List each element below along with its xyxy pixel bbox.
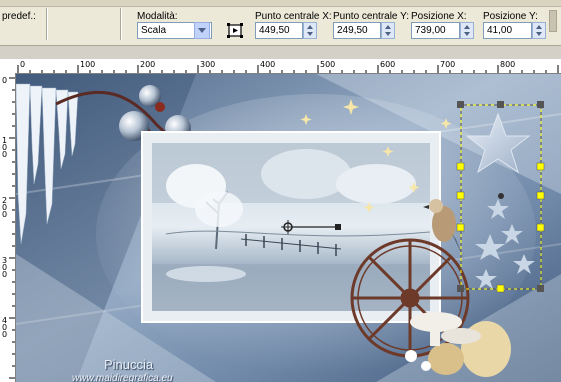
toolbar-separator bbox=[120, 8, 122, 40]
ruler-label: 200 bbox=[140, 60, 156, 69]
ruler-label: 3 0 0 bbox=[2, 256, 8, 279]
toolbar-grip[interactable] bbox=[549, 10, 557, 32]
ruler-label: 0 bbox=[20, 60, 26, 69]
ruler-label: 4 0 0 bbox=[2, 316, 8, 339]
ruler-label: 100 bbox=[80, 60, 96, 69]
pick-tool-mode-icon[interactable] bbox=[226, 22, 244, 39]
pos-x-input[interactable]: 739,00 bbox=[411, 22, 460, 39]
toolbar-edge bbox=[0, 0, 561, 7]
mode-label: Modalità: bbox=[137, 11, 178, 22]
ruler-label: 500 bbox=[320, 60, 336, 69]
pos-y-label: Posizione Y: bbox=[483, 11, 538, 22]
ruler-label: 2 0 0 bbox=[2, 196, 8, 219]
dropdown-arrow-icon[interactable] bbox=[194, 22, 210, 39]
center-y-label: Punto centrale Y: bbox=[333, 11, 409, 22]
ruler-label: 1 0 0 bbox=[2, 136, 8, 159]
pos-y-input[interactable]: 41,00 bbox=[483, 22, 532, 39]
spin-up-down-icon[interactable] bbox=[532, 22, 546, 39]
toolbar-separator bbox=[46, 8, 48, 40]
watermark-url: www.maidiregrafica.eu bbox=[72, 373, 173, 382]
spin-up-down-icon[interactable] bbox=[303, 22, 317, 39]
tool-options-bar: predef.: Modalità: Scala Punto centrale … bbox=[0, 0, 561, 46]
watermark-title: Pinuccia bbox=[104, 357, 154, 372]
mode-select-value: Scala bbox=[141, 25, 167, 36]
ruler-label: 400 bbox=[260, 60, 276, 69]
horizontal-ruler: 0 100 200 300 400 500 600 700 800 bbox=[0, 59, 561, 74]
ruler-label: 0 bbox=[2, 76, 8, 85]
center-x-label: Punto centrale X: bbox=[255, 11, 332, 22]
preset-label: predef.: bbox=[2, 11, 36, 22]
image-canvas[interactable]: Pinuccia www.maidiregrafica.eu bbox=[16, 74, 561, 382]
selection-bounding-box[interactable] bbox=[16, 74, 561, 382]
spin-up-down-icon[interactable] bbox=[460, 22, 474, 39]
ruler-label: 300 bbox=[200, 60, 216, 69]
ruler-label: 600 bbox=[380, 60, 396, 69]
spin-up-down-icon[interactable] bbox=[381, 22, 395, 39]
vertical-ruler: 0 1 0 0 2 0 0 3 0 0 4 0 0 bbox=[0, 73, 16, 382]
pos-x-label: Posizione X: bbox=[411, 11, 467, 22]
ruler-label: 800 bbox=[500, 60, 516, 69]
center-y-input[interactable]: 249,50 bbox=[333, 22, 381, 39]
ruler-label: 700 bbox=[440, 60, 456, 69]
center-x-input[interactable]: 449,50 bbox=[255, 22, 303, 39]
